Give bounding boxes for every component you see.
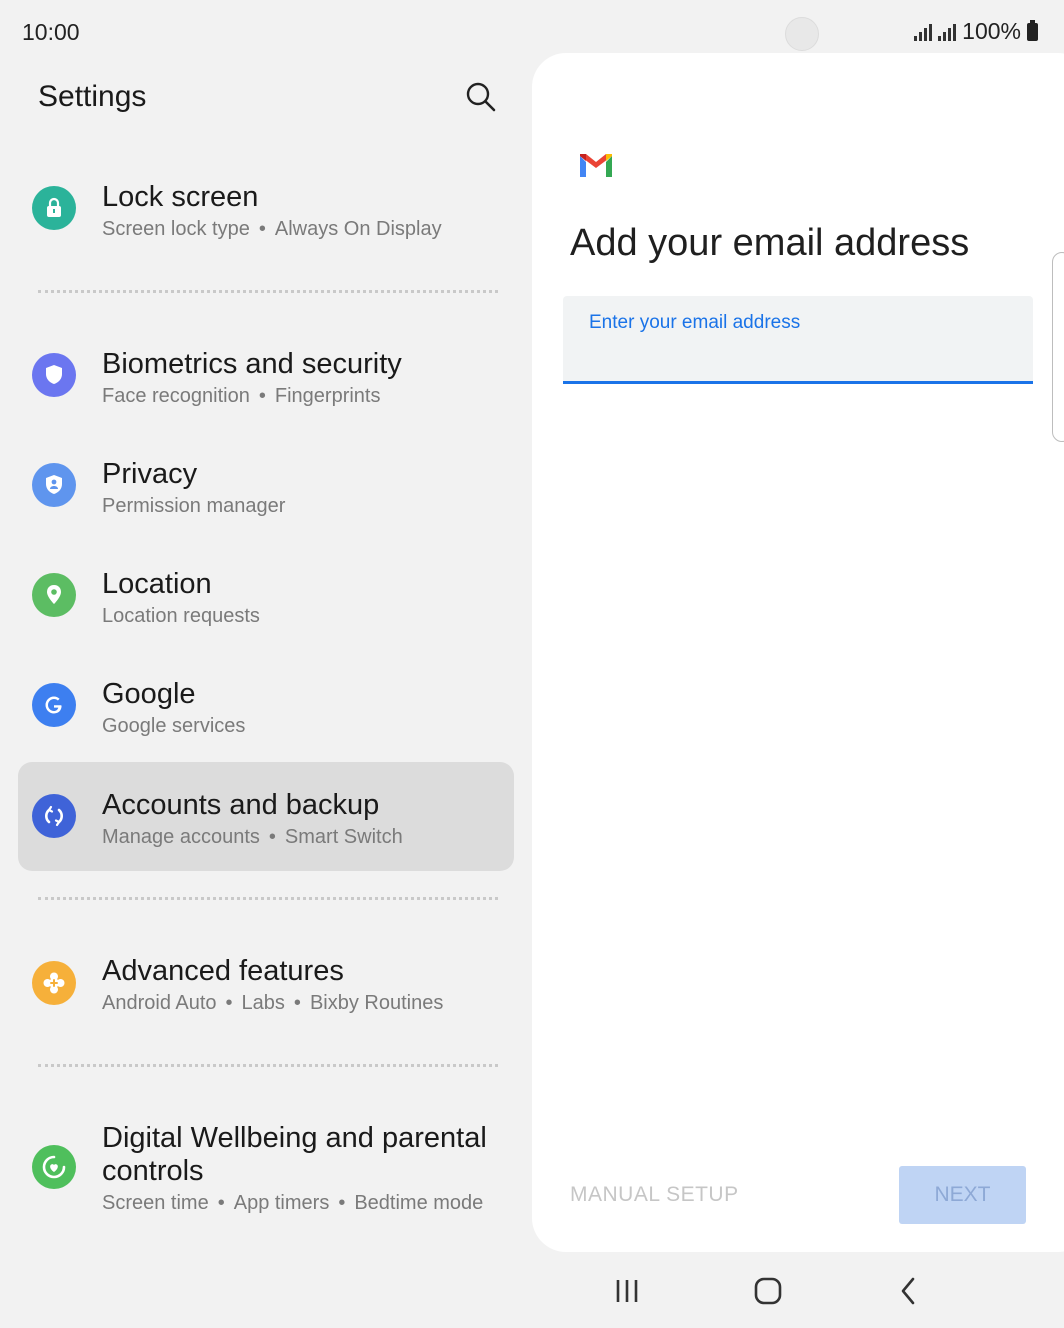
item-title-line2: controls: [102, 1155, 204, 1187]
settings-item-advanced-features[interactable]: Advanced features Android Auto • Labs • Bixb…: [18, 944, 514, 1024]
item-subtitle: Screen time • App timers • Bedtime mode: [102, 1192, 484, 1214]
edge-panel-handle[interactable]: [1052, 252, 1064, 442]
gear-plus-icon: [32, 961, 76, 1005]
page-title: Add your email address: [570, 222, 970, 264]
location-pin-icon: [32, 573, 76, 617]
settings-item-lock-screen[interactable]: Lock screen Screen lock type • Always On D…: [18, 170, 514, 250]
divider: [38, 1064, 498, 1067]
next-button[interactable]: NEXT: [899, 1166, 1026, 1224]
item-subtitle: Manage accounts • Smart Switch: [102, 826, 403, 848]
item-title: Advanced features: [102, 955, 344, 987]
divider: [38, 290, 498, 293]
sync-icon: [32, 794, 76, 838]
divider: [38, 897, 498, 900]
recent-apps-button[interactable]: [606, 1268, 648, 1314]
settings-title: Settings: [38, 80, 147, 113]
privacy-shield-icon: [32, 463, 76, 507]
status-time: 10:00: [22, 19, 80, 45]
shield-icon: [32, 353, 76, 397]
item-title: Digital Wellbeing and parental: [102, 1122, 487, 1154]
item-title: Biometrics and security: [102, 348, 402, 380]
item-subtitle: Permission manager: [102, 495, 286, 517]
lock-icon: [32, 186, 76, 230]
item-subtitle: Location requests: [102, 605, 260, 627]
item-title: Accounts and backup: [102, 789, 380, 821]
search-icon[interactable]: [462, 78, 500, 116]
back-button[interactable]: [888, 1268, 928, 1314]
device-screen: 10:00 100% Settings Lock screen Screen l…: [0, 0, 1064, 1328]
settings-item-digital-wellbeing[interactable]: Digital Wellbeing and parental controls …: [18, 1110, 514, 1225]
item-title: Lock screen: [102, 181, 259, 213]
item-subtitle: Face recognition • Fingerprints: [102, 385, 381, 407]
item-title: Google: [102, 678, 196, 710]
settings-item-location[interactable]: Location Location requests: [18, 557, 514, 637]
status-icons: 100%: [914, 18, 1038, 45]
item-title: Privacy: [102, 458, 198, 490]
manual-setup-button[interactable]: MANUAL SETUP: [570, 1183, 739, 1207]
email-field-label: Enter your email address: [589, 312, 801, 333]
item-subtitle: Screen lock type • Always On Display: [102, 218, 442, 240]
front-camera: [785, 17, 819, 51]
signal-icon-2: [938, 23, 957, 41]
settings-item-biometrics[interactable]: Biometrics and security Face recognition…: [18, 337, 514, 417]
wellbeing-icon: [32, 1145, 76, 1189]
battery-icon: [1027, 19, 1038, 41]
email-input[interactable]: Enter your email address: [563, 296, 1033, 384]
item-subtitle: Android Auto • Labs • Bixby Routines: [102, 992, 444, 1014]
item-title: Location: [102, 568, 212, 600]
settings-item-google[interactable]: Google Google services: [18, 667, 514, 747]
google-icon: [32, 683, 76, 727]
settings-item-accounts-backup[interactable]: Accounts and backup Manage accounts • Smar…: [18, 762, 514, 871]
signal-icon: [914, 23, 933, 41]
gmail-logo-icon: [578, 150, 614, 180]
settings-item-privacy[interactable]: Privacy Permission manager: [18, 447, 514, 527]
home-button[interactable]: [746, 1268, 790, 1314]
battery-percent: 100%: [962, 18, 1021, 44]
item-subtitle: Google services: [102, 715, 246, 737]
